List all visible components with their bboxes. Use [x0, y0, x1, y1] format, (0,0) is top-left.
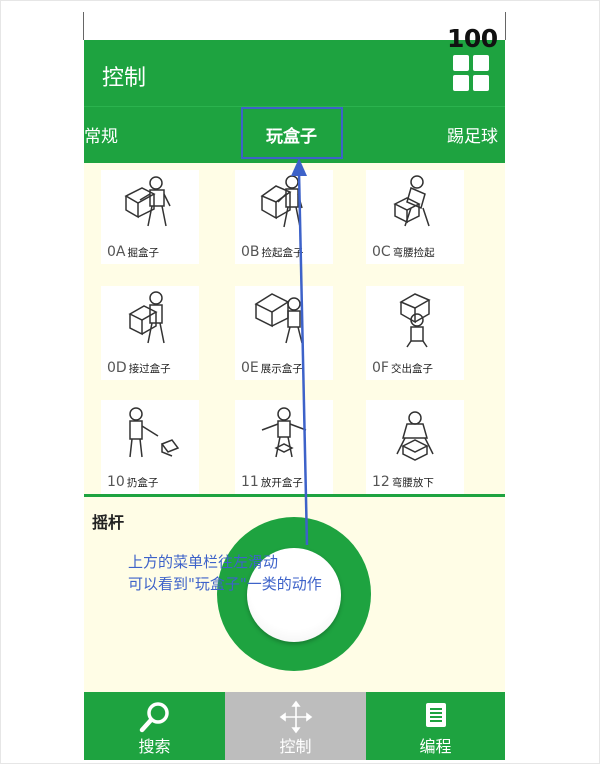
action-label: 10 扔盒子 — [107, 474, 159, 490]
search-icon — [139, 702, 169, 733]
robot-box-illustration — [254, 293, 303, 344]
action-tile-12[interactable]: 12 弯腰放下 — [366, 400, 464, 494]
nav-program-label: 编程 — [419, 737, 452, 756]
action-tile-0a[interactable]: 0A 掘盒子 — [101, 170, 199, 264]
page-title: 控制 — [102, 66, 147, 91]
nav-program[interactable]: 编程 — [366, 692, 505, 760]
robot-box-illustration — [128, 291, 165, 344]
action-tile-0b[interactable]: 0B 捡起盒子 — [235, 170, 333, 264]
nav-search-label: 搜索 — [138, 737, 171, 756]
action-tile-0d[interactable]: 0D 接过盒子 — [101, 286, 199, 380]
phone-edge-right — [505, 12, 506, 40]
action-label: 0D 接过盒子 — [107, 360, 171, 376]
bottom-nav: 搜索 控制 编程 — [84, 692, 505, 760]
annotation-line-2: 可以看到"玩盒子"一类的动作 — [128, 575, 322, 593]
action-label: 0E 展示盒子 — [241, 360, 303, 376]
action-tile-0e[interactable]: 0E 展示盒子 — [235, 286, 333, 380]
action-label: 12 弯腰放下 — [372, 474, 434, 490]
annotation-line-1: 上方的菜单栏往左滑动 — [128, 553, 279, 571]
app-bar: 控制 — [84, 40, 505, 106]
robot-box-illustration — [396, 411, 434, 461]
nav-search[interactable]: 搜索 — [84, 692, 225, 760]
nav-control-label: 控制 — [279, 737, 312, 756]
status-bar — [84, 14, 505, 40]
joystick-title: 摇杆 — [92, 513, 125, 532]
move-arrows-icon — [279, 700, 312, 734]
action-tile-0f[interactable]: 0F 交出盒子 — [366, 286, 464, 380]
action-label: 0A 掘盒子 — [107, 244, 159, 260]
battery-level: 100 — [447, 24, 498, 53]
robot-box-illustration — [261, 407, 307, 458]
phone-screen: 控制 常规 玩盒子 踢足球 0A 掘盒子 0B 捡起盒子 0C 弯腰捡起 0D … — [84, 14, 505, 760]
tab-general[interactable]: 常规 — [84, 122, 118, 147]
action-tile-11[interactable]: 11 放开盒子 — [235, 400, 333, 494]
robot-box-illustration — [124, 176, 171, 227]
robot-box-illustration — [393, 175, 430, 227]
action-label: 0B 捡起盒子 — [241, 244, 304, 260]
robot-box-illustration — [399, 293, 431, 348]
action-label: 11 放开盒子 — [241, 474, 303, 490]
nav-control[interactable]: 控制 — [225, 692, 366, 760]
tab-play-box[interactable]: 玩盒子 — [266, 122, 317, 147]
action-label: 0F 交出盒子 — [372, 360, 433, 376]
grid-icon[interactable] — [453, 55, 491, 93]
action-label: 0C 弯腰捡起 — [372, 244, 435, 260]
category-tabs: 常规 玩盒子 踢足球 — [84, 106, 505, 163]
action-tile-0c[interactable]: 0C 弯腰捡起 — [366, 170, 464, 264]
robot-box-illustration — [129, 407, 180, 458]
robot-box-illustration — [260, 175, 303, 228]
tab-football[interactable]: 踢足球 — [447, 122, 498, 147]
action-tile-10[interactable]: 10 扔盒子 — [101, 400, 199, 494]
document-list-icon — [425, 703, 446, 727]
